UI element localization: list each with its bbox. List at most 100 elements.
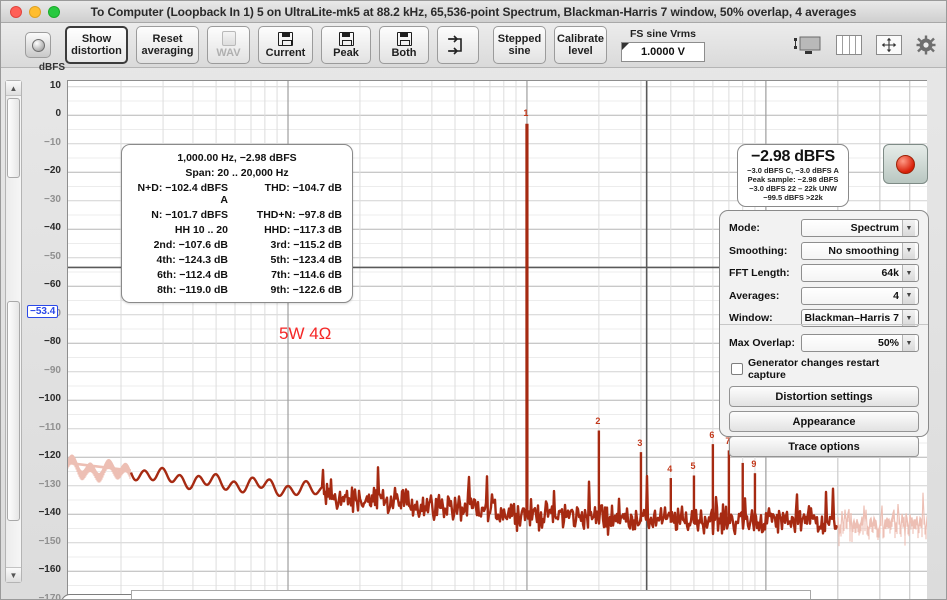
y-tick: 0 [55, 108, 61, 120]
fs-sine-input[interactable]: 1.0000 V [621, 42, 705, 62]
save-both-button[interactable]: Both [379, 26, 429, 64]
averages-value: 4 [893, 289, 899, 302]
averages-select[interactable]: 4 ▼ [801, 286, 919, 305]
chevron-down-icon[interactable]: ▼ [902, 335, 915, 351]
harmonic-label-5: 5 [690, 461, 696, 472]
harmonic-label-4: 4 [667, 464, 673, 475]
harmonic-label-3: 3 [637, 438, 643, 449]
readout-line-2: Peak sample: −2.98 dBFS [747, 175, 839, 184]
info-row-right: HHD: −117.3 dB [264, 224, 342, 236]
chevron-down-icon[interactable]: ▼ [902, 220, 915, 236]
save-current-button[interactable]: Current [258, 26, 313, 64]
generator-restart-label: Generator changes restart capture [747, 357, 880, 381]
vscroll-thumb-top[interactable] [7, 98, 20, 178]
wav-label: WAV [216, 47, 241, 59]
y-tick: −100 [38, 393, 61, 405]
info-row: 4th: −124.3 dB 5th: −123.4 dB [128, 254, 346, 266]
harmonic-label-1: 1 [523, 107, 529, 118]
chevron-down-icon[interactable]: ▼ [902, 265, 915, 281]
floppy-disk-icon [396, 31, 412, 46]
info-row: 2nd: −107.6 dB 3rd: −115.2 dB [128, 239, 346, 251]
calibrate-level-button[interactable]: Calibrate level [554, 26, 607, 64]
record-button[interactable] [883, 144, 928, 184]
info-span: Span: 20 .. 20,000 Hz [185, 167, 289, 179]
info-row-left: 8th: −119.0 dB [157, 284, 228, 296]
power-annotation: 5W 4Ω [279, 324, 332, 343]
input-device-icon-wrap[interactable] [19, 32, 57, 58]
display-layout-icon[interactable] [792, 34, 822, 56]
max-overlap-select[interactable]: 50% ▼ [801, 334, 919, 352]
smoothing-value: No smoothing [828, 244, 899, 257]
generator-restart-checkbox-row[interactable]: Generator changes restart capture [731, 357, 919, 381]
info-row-right: 9th: −122.6 dB [270, 284, 343, 296]
y-tick: −80 [44, 336, 61, 348]
fft-length-value: 64k [881, 267, 899, 279]
y-tick: −150 [38, 535, 61, 547]
bottom-panel-edge [131, 590, 811, 599]
wav-file-icon [221, 31, 236, 46]
peak-label: Peak [333, 46, 359, 59]
y-tick: −160 [38, 564, 61, 576]
reset-averaging-label-2: averaging [141, 45, 194, 57]
y-axis-unit-label: dBFS [38, 62, 65, 73]
fft-length-row: FFT Length: 64k ▼ [729, 263, 919, 283]
info-row-right: THD+N: −97.8 dB [256, 209, 342, 221]
mode-value: Spectrum [850, 222, 899, 234]
fs-sine-label: FS sine Vrms [630, 28, 696, 40]
y-tick: −170 [38, 592, 61, 600]
generator-restart-checkbox[interactable] [731, 363, 743, 375]
smoothing-label: Smoothing: [729, 244, 788, 257]
record-dot-icon [896, 154, 915, 174]
max-overlap-row: Max Overlap: 50% ▼ [729, 333, 919, 353]
y-tick: −110 [39, 421, 61, 433]
toolbar: Show distortion Reset averaging WAV Curr… [1, 23, 946, 68]
stepped-sine-button[interactable]: Stepped sine [493, 26, 546, 64]
vertical-scrollbar[interactable]: ▲ ▼ [5, 80, 22, 583]
wav-button[interactable]: WAV [207, 26, 250, 64]
readout-line-1: −3.0 dBFS C, −3.0 dBFS A [747, 166, 839, 175]
y-tick: −20 [44, 165, 61, 177]
fft-length-select[interactable]: 64k ▼ [801, 264, 919, 282]
averages-row: Averages: 4 ▼ [729, 286, 919, 306]
y-cursor-value[interactable]: −53.4 [27, 305, 59, 318]
save-peak-button[interactable]: Peak [321, 26, 371, 64]
scroll-up-icon[interactable]: ▲ [6, 81, 21, 96]
smoothing-select[interactable]: No smoothing ▼ [801, 241, 919, 260]
chevron-down-icon[interactable]: ▼ [902, 242, 915, 259]
microphone-icon[interactable] [25, 32, 51, 58]
mode-row: Mode: Spectrum ▼ [729, 218, 919, 238]
show-distortion-button[interactable]: Show distortion [65, 26, 128, 64]
window-value: Blackman–Harris 7 [804, 312, 899, 324]
readout-line-3: −3.0 dBFS 22 – 22k UNW [749, 184, 837, 193]
window-label: Window: [729, 312, 773, 324]
mode-select[interactable]: Spectrum ▼ [801, 219, 919, 237]
distortion-settings-button[interactable]: Distortion settings [729, 386, 919, 407]
fft-length-label: FFT Length: [729, 267, 790, 279]
floppy-disk-icon [278, 31, 293, 46]
loopback-routing-button[interactable] [437, 26, 479, 64]
trace-options-button[interactable]: Trace options [729, 436, 919, 457]
y-tick: 10 [49, 79, 61, 91]
info-row-left: 2nd: −107.6 dB [153, 239, 228, 251]
info-row: HH 10 .. 20 HHD: −117.3 dB [128, 224, 346, 236]
window-title: To Computer (Loopback In 1) 5 on UltraLi… [90, 4, 857, 19]
info-rows: N+D: −102.4 dBFS A THD: −104.7 dB N: −101.… [128, 182, 346, 296]
move-arrows-icon[interactable] [876, 35, 902, 55]
info-row: 8th: −119.0 dB 9th: −122.6 dB [128, 284, 346, 296]
y-tick: −130 [38, 478, 61, 490]
scroll-down-icon[interactable]: ▼ [6, 567, 21, 582]
columns-layout-icon[interactable] [836, 35, 862, 55]
y-tick: −90 [44, 364, 61, 376]
both-label: Both [391, 46, 417, 59]
chevron-down-icon[interactable]: ▼ [902, 287, 915, 304]
readout-main: −2.98 dBFS [751, 148, 835, 165]
app-window: To Computer (Loopback In 1) 5 on UltraLi… [0, 0, 947, 600]
reset-averaging-button[interactable]: Reset averaging [136, 26, 199, 64]
gear-icon[interactable] [916, 35, 936, 55]
vscroll-thumb-bottom[interactable] [7, 301, 20, 521]
y-tick: −140 [38, 507, 61, 519]
appearance-button[interactable]: Appearance [729, 411, 919, 432]
toolbar-right-icons [792, 34, 936, 56]
y-tick: −50 [44, 250, 61, 262]
y-tick: −60 [44, 279, 61, 291]
